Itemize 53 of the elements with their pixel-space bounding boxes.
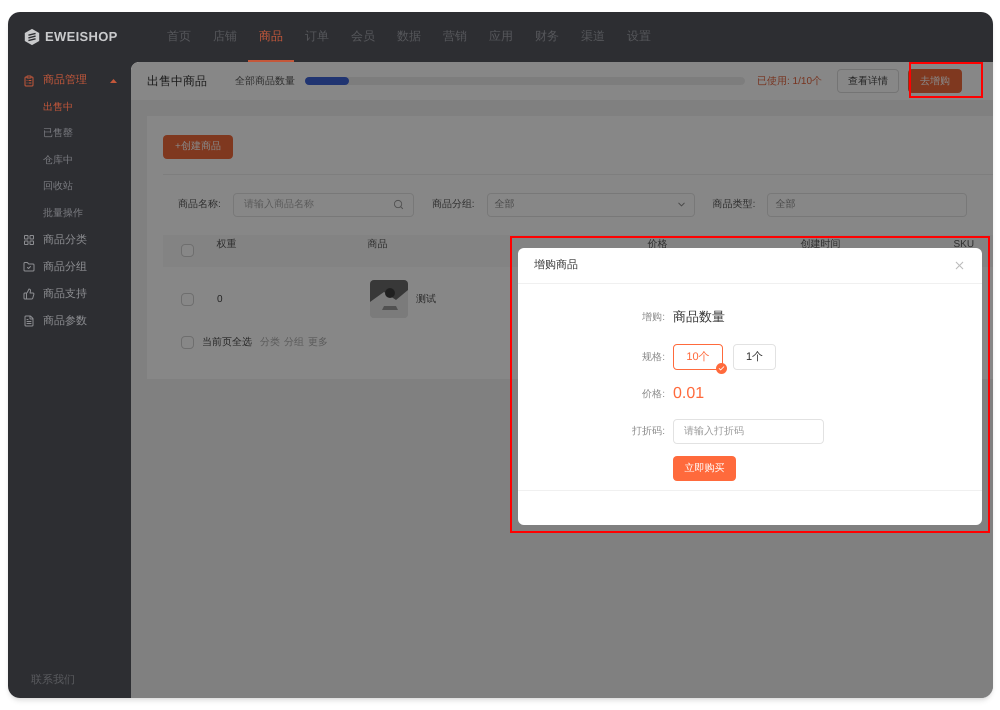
column-header: SKU	[953, 238, 976, 250]
field-label: 打折码:	[631, 424, 665, 439]
column-header: 创建时间	[800, 238, 842, 250]
menu-icon	[23, 261, 35, 273]
sidebar-item[interactable]: 商品分组	[8, 254, 131, 280]
brand-name: EWEISHOP	[45, 28, 118, 46]
product-name[interactable]: 测试	[416, 292, 436, 306]
table-cell-text: 0	[217, 292, 224, 306]
price-value: 0.01	[673, 384, 704, 404]
menu-icon	[23, 288, 35, 300]
sidebar-item[interactable]: 商品参数	[8, 308, 131, 334]
menu-icon	[23, 315, 35, 327]
column-header: 权重	[216, 238, 238, 250]
select-field[interactable]: 全部	[486, 192, 695, 216]
menu-icon	[23, 234, 35, 246]
checkbox[interactable]	[181, 336, 194, 349]
submenu-item[interactable]: 仓库中	[8, 147, 131, 174]
field-label: 增购:	[641, 310, 665, 324]
page-title: 出售中商品	[147, 73, 208, 90]
usage-text: 已使用: 1/10个	[757, 74, 824, 88]
search-icon	[392, 198, 404, 210]
quota-label: 全部商品数量	[235, 74, 295, 88]
submenu-item[interactable]: 批量操作	[8, 200, 131, 226]
sidebar-item[interactable]: 商品管理	[8, 67, 131, 94]
close-icon[interactable]	[953, 259, 966, 272]
item-name: 商品数量	[673, 308, 725, 326]
column-header: 商品	[368, 238, 389, 250]
submenu-item[interactable]: 回收站	[8, 174, 131, 200]
filter-label: 商品类型:	[712, 198, 756, 212]
details-button[interactable]: 查看详情	[837, 69, 899, 93]
sidebar-item[interactable]: 商品支持	[8, 280, 131, 308]
select-field[interactable]: 全部	[767, 192, 968, 216]
dialog-title: 增购商品	[534, 258, 578, 274]
check-badge-icon	[716, 363, 727, 374]
menu-icon	[23, 74, 35, 86]
create-product-button[interactable]: +创建商品	[163, 134, 233, 158]
logo-icon	[23, 28, 41, 46]
buy-now-button[interactable]: 立即购买	[673, 456, 736, 481]
spec-option[interactable]: 1个	[733, 344, 776, 370]
field-label: 价格:	[641, 388, 665, 402]
submenu-item[interactable]: 出售中	[8, 94, 131, 120]
field-label: 规格:	[641, 350, 665, 364]
buy-more-button[interactable]: 去增购	[908, 69, 962, 93]
checkbox[interactable]	[181, 292, 194, 306]
select-all-label: 当前页全选	[202, 336, 252, 350]
filter-label: 商品分组:	[432, 198, 475, 212]
sidebar-item[interactable]: 商品分类	[8, 226, 131, 254]
filter-label: 商品名称:	[178, 198, 221, 212]
caret-icon	[110, 78, 117, 82]
submenu-item[interactable]: 已售罄	[8, 120, 131, 147]
checkbox[interactable]	[181, 244, 194, 256]
column-header: 价格	[647, 238, 668, 250]
discount-code-field[interactable]: 请输入打折码	[673, 419, 824, 444]
